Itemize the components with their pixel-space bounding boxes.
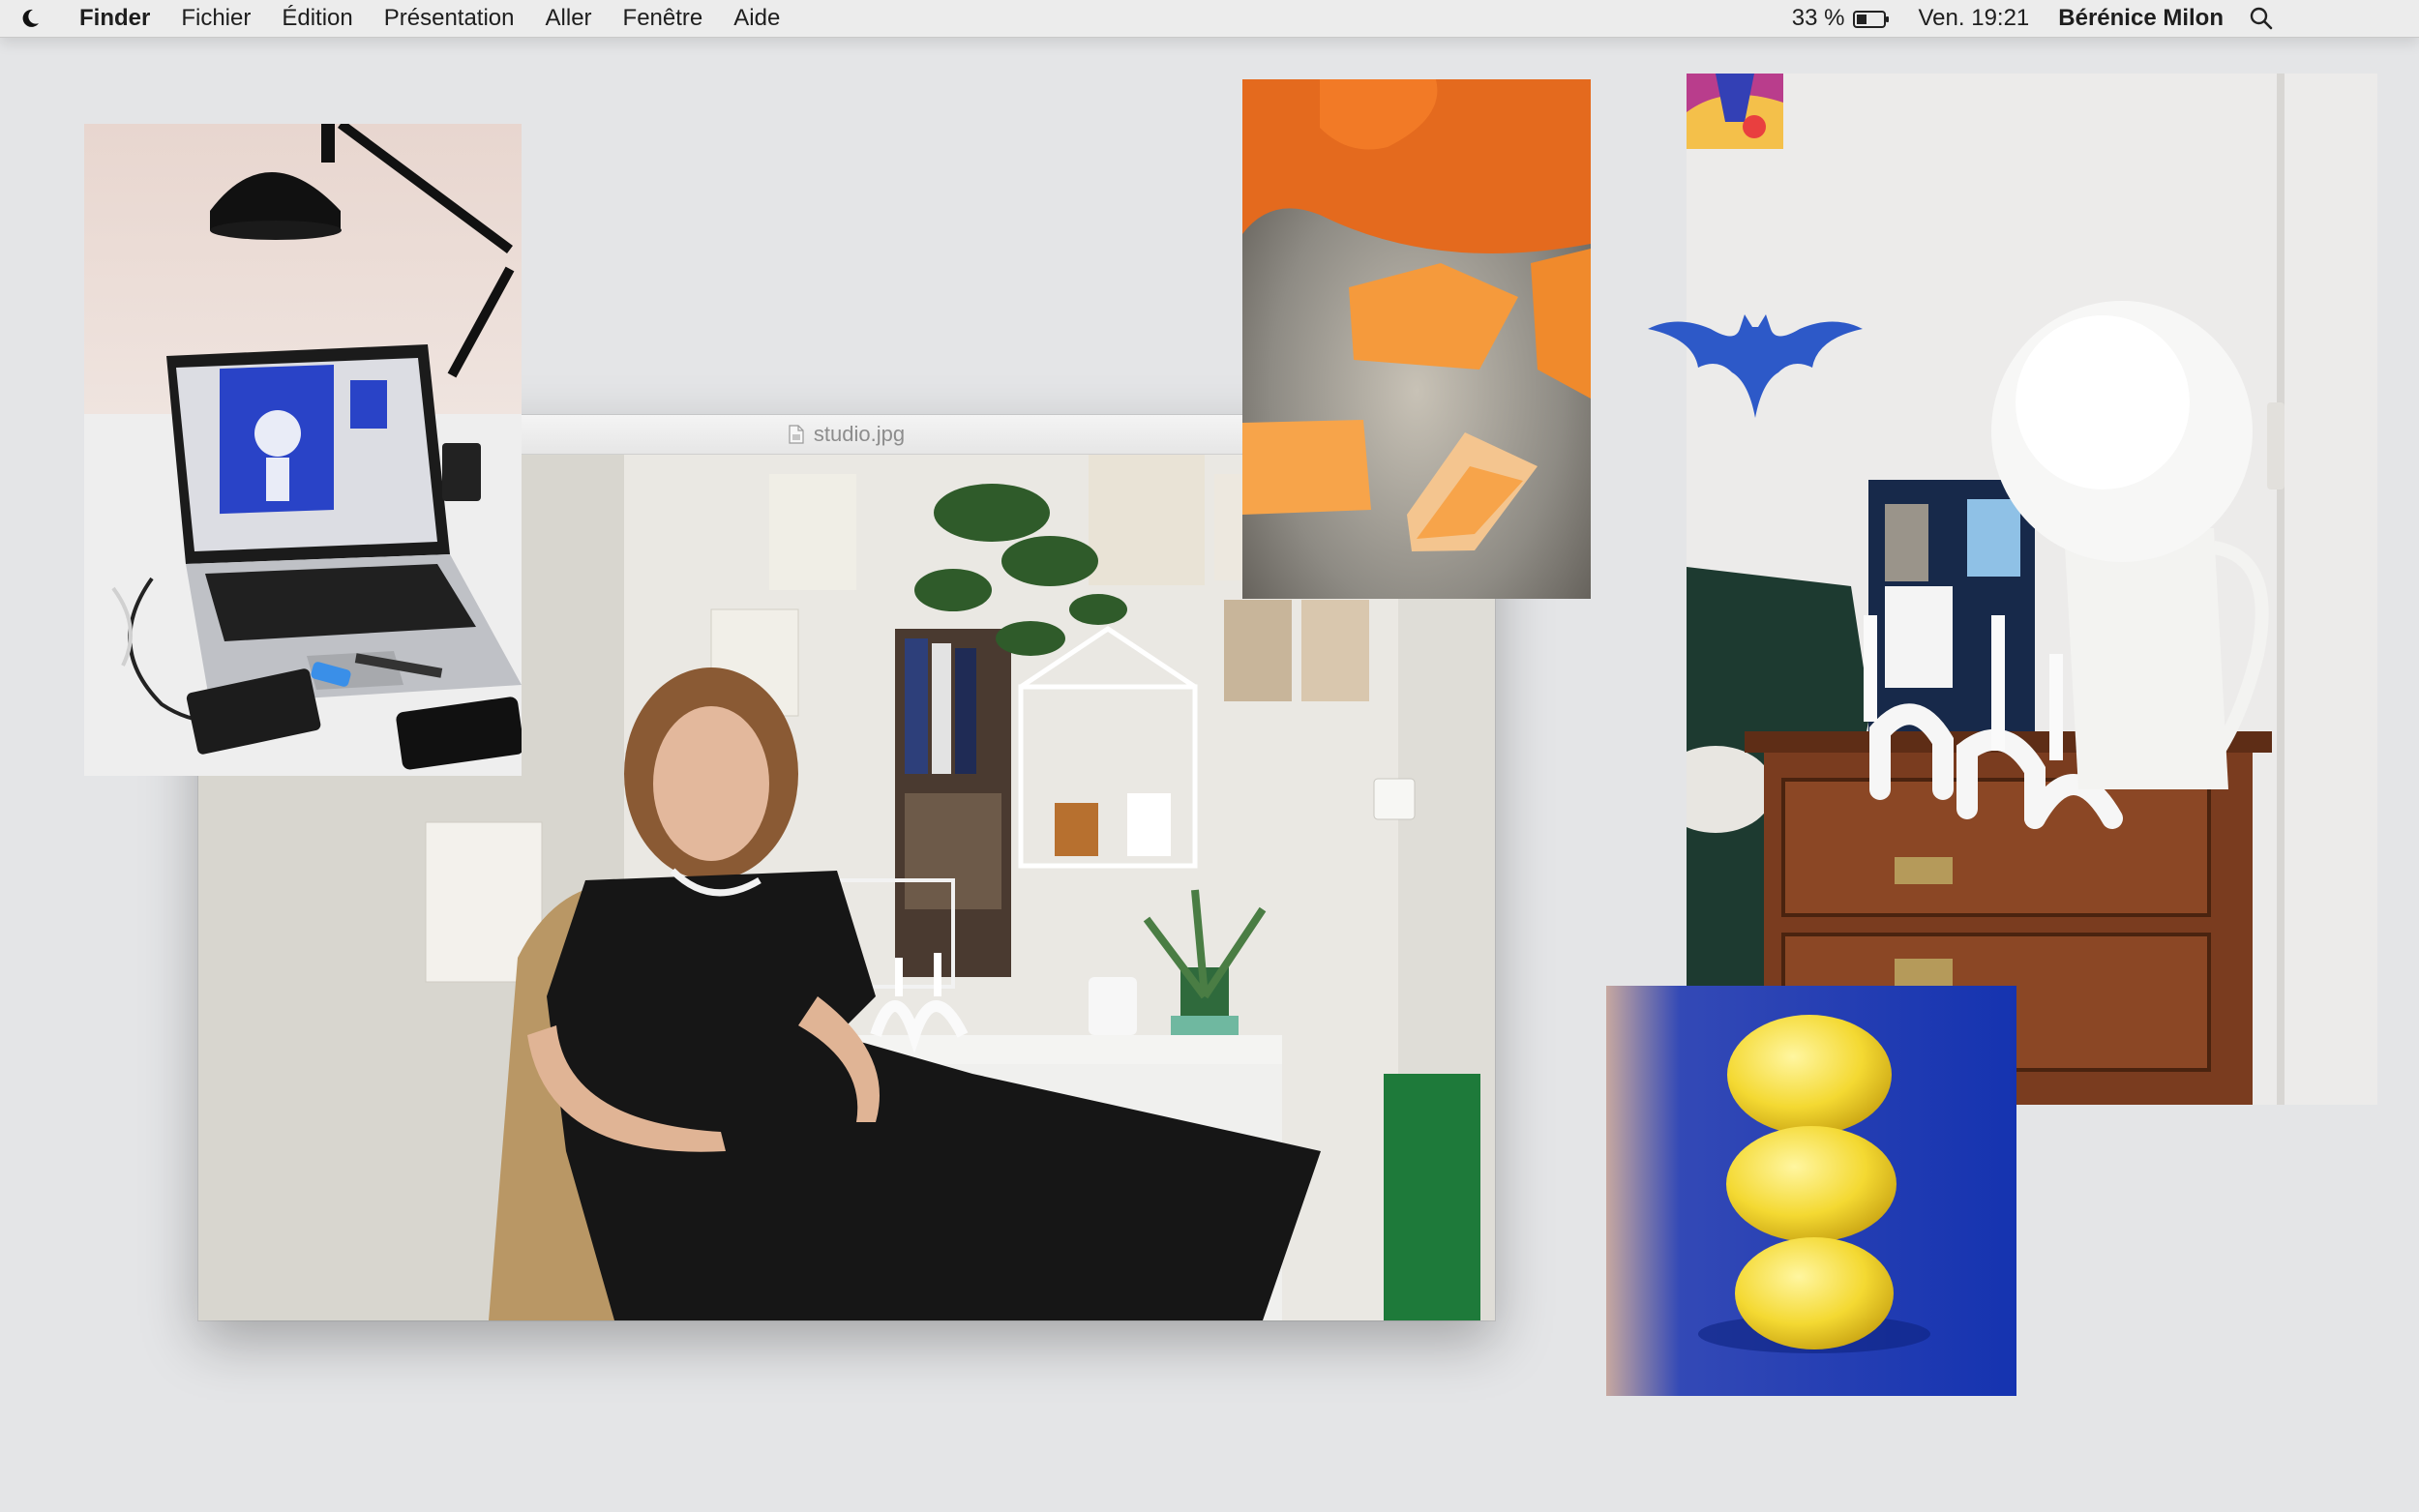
abstract-art-thumbnail[interactable] xyxy=(1687,74,1783,149)
menu-bar-left: Finder Fichier Édition Présentation Alle… xyxy=(19,0,811,37)
moon-icon[interactable] xyxy=(19,8,41,29)
lemons-photo[interactable] xyxy=(1606,986,2016,1396)
laptop-desk-photo[interactable] xyxy=(84,124,522,776)
squash-pieces-photo[interactable] xyxy=(1242,79,1591,599)
menu-bar-right: 33 % Ven. 19:21 Bérénice Milon xyxy=(1763,0,2274,37)
search-icon[interactable] xyxy=(2249,6,2274,31)
menu-presentation[interactable]: Présentation xyxy=(384,5,515,32)
menu-edition[interactable]: Édition xyxy=(282,5,352,32)
battery-icon[interactable] xyxy=(1852,9,1890,28)
bat-shape[interactable] xyxy=(1648,310,1863,418)
clock[interactable]: Ven. 19:21 xyxy=(1919,5,2030,32)
menu-fichier[interactable]: Fichier xyxy=(181,5,251,32)
user-name[interactable]: Bérénice Milon xyxy=(2058,5,2224,32)
image-file-icon xyxy=(789,425,804,444)
menu-app-finder[interactable]: Finder xyxy=(79,5,150,32)
menu-bar: Finder Fichier Édition Présentation Alle… xyxy=(0,0,2419,38)
dresser-lamp-photo[interactable] xyxy=(1687,74,2377,1105)
window-title: studio.jpg xyxy=(813,422,906,446)
battery-percent[interactable]: 33 % xyxy=(1792,5,1845,32)
menu-aller[interactable]: Aller xyxy=(546,5,592,32)
menu-aide[interactable]: Aide xyxy=(733,5,780,32)
menu-fenetre[interactable]: Fenêtre xyxy=(623,5,703,32)
